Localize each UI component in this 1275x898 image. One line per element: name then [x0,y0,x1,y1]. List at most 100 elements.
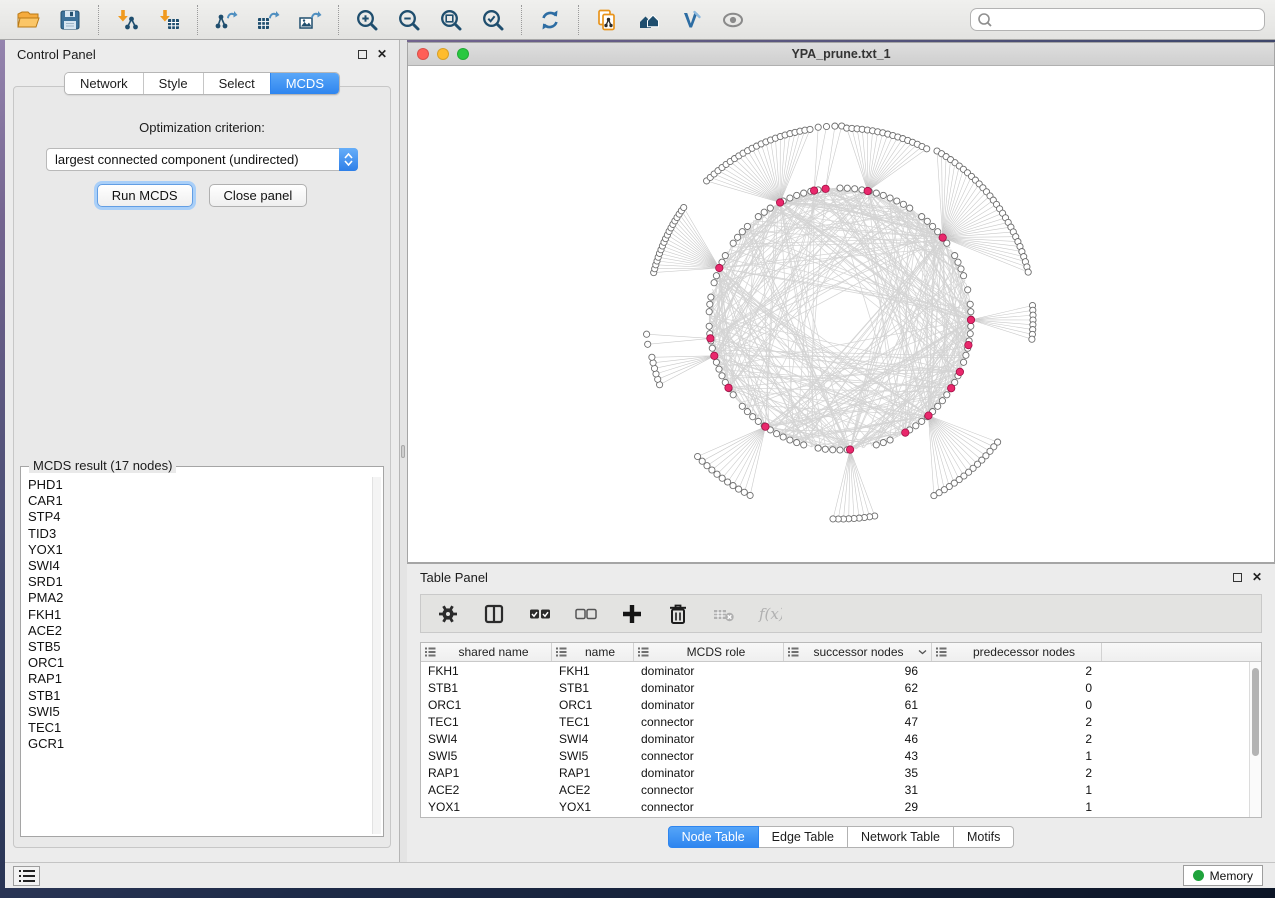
mcds-result-item[interactable]: GCR1 [23,736,370,752]
criterion-select[interactable]: largest connected component (undirected) [46,148,358,171]
mcds-result-item[interactable]: YOX1 [23,542,370,558]
mcds-result-item[interactable]: STP4 [23,509,370,525]
memory-button[interactable]: Memory [1183,865,1263,886]
mcds-result-item[interactable]: CAR1 [23,493,370,509]
table-row-ORC1[interactable]: ORC1ORC1dominator610 [421,696,1261,713]
gear-icon [436,602,460,626]
check-all-button[interactable] [527,601,553,627]
table-scrollbar[interactable] [1249,662,1261,817]
attribute-icon [936,647,947,657]
search-box[interactable] [970,8,1265,31]
save-session-button[interactable] [57,7,83,33]
network-canvas[interactable] [408,66,1274,562]
splitter-grip-icon[interactable] [401,445,405,458]
mcds-result-item[interactable]: RAP1 [23,671,370,687]
sort-descending-icon [918,649,927,655]
cell-successor-nodes: 62 [784,681,932,695]
tab-edge-table[interactable]: Edge Table [759,826,848,848]
table-row-SWI5[interactable]: SWI5SWI5connector431 [421,747,1261,764]
mcds-result-item[interactable]: ACE2 [23,623,370,639]
tab-motifs[interactable]: Motifs [954,826,1014,848]
tab-select[interactable]: Select [203,73,270,94]
export-table-button[interactable] [255,7,281,33]
cell-MCDS-role: connector [634,749,784,763]
close-panel-icon[interactable]: ✕ [377,48,387,60]
mcds-result-item[interactable]: TID3 [23,526,370,542]
mcds-result-item[interactable]: PMA2 [23,590,370,606]
run-mcds-button[interactable]: Run MCDS [97,184,193,207]
export-network-icon [214,8,238,32]
home-button[interactable] [636,7,662,33]
float-table-panel-icon[interactable] [1233,573,1242,582]
mcds-result-item[interactable]: SRD1 [23,574,370,590]
cell-predecessor-nodes: 0 [932,698,1102,712]
zoom-out-button[interactable] [396,7,422,33]
search-input[interactable] [996,13,1258,27]
mcds-result-item[interactable]: FKH1 [23,607,370,623]
zoom-fit-button[interactable] [438,7,464,33]
mcds-list-scrollbar[interactable] [372,477,381,834]
panel-splitter[interactable] [400,40,407,862]
table-panel: Table Panel ✕ f(x) shared namenameMCDS r… [407,563,1275,862]
mcds-result-item[interactable]: TEC1 [23,720,370,736]
mcds-result-item[interactable]: SWI5 [23,704,370,720]
import-table-button[interactable] [156,7,182,33]
tab-style[interactable]: Style [143,73,203,94]
tab-node-table[interactable]: Node Table [668,826,759,848]
mcds-result-item[interactable]: STB5 [23,639,370,655]
network-graph[interactable] [408,66,1274,562]
cell-name: TEC1 [552,715,634,729]
vizmapper-button[interactable] [678,7,704,33]
tab-network[interactable]: Network [65,73,143,94]
refresh-button[interactable] [537,7,563,33]
share-network-button[interactable] [594,7,620,33]
add-button[interactable] [619,601,645,627]
zoom-in-button[interactable] [354,7,380,33]
table-scrollbar-thumb[interactable] [1252,668,1259,756]
column-header-shared-name[interactable]: shared name [421,643,552,661]
export-image-icon [298,8,322,32]
tab-network-table[interactable]: Network Table [848,826,954,848]
table-row-RAP1[interactable]: RAP1RAP1dominator352 [421,764,1261,781]
table-row-PHD1[interactable]: PHD1PHD1dominator180 [421,815,1261,818]
table-row-SWI4[interactable]: SWI4SWI4dominator462 [421,730,1261,747]
network-satellite-nodes[interactable] [644,123,1037,522]
trash-button[interactable] [665,601,691,627]
gear-button[interactable] [435,601,461,627]
mcds-result-item[interactable]: SWI4 [23,558,370,574]
mcds-result-item[interactable]: STB1 [23,688,370,704]
show-hide-button[interactable] [720,7,746,33]
import-network-button[interactable] [114,7,140,33]
table-row-ACE2[interactable]: ACE2ACE2connector311 [421,781,1261,798]
column-header-MCDS-role[interactable]: MCDS role [634,643,784,661]
zoom-selected-button[interactable] [480,7,506,33]
uncheck-all-button[interactable] [573,601,599,627]
column-header-name[interactable]: name [552,643,634,661]
task-history-button[interactable] [13,866,40,886]
table-row-YOX1[interactable]: YOX1YOX1connector291 [421,798,1261,815]
mcds-result-item[interactable]: PHD1 [23,477,370,493]
mcds-result-list: PHD1CAR1STP4TID3YOX1SWI4SRD1PMA2FKH1ACE2… [23,477,370,834]
tab-mcds[interactable]: MCDS [270,73,339,94]
table-row-TEC1[interactable]: TEC1TEC1connector472 [421,713,1261,730]
cell-predecessor-nodes: 2 [932,664,1102,678]
cell-name: SWI5 [552,749,634,763]
open-file-button[interactable] [15,7,41,33]
cell-predecessor-nodes: 1 [932,783,1102,797]
float-panel-icon[interactable] [358,50,367,59]
table-row-FKH1[interactable]: FKH1FKH1dominator962 [421,662,1261,679]
column-header-label: name [571,645,629,659]
columns-button[interactable] [481,601,507,627]
column-header-successor-nodes[interactable]: successor nodes [784,643,932,661]
export-network-button[interactable] [213,7,239,33]
open-file-icon [16,8,40,32]
export-image-button[interactable] [297,7,323,33]
network-window-titlebar[interactable]: YPA_prune.txt_1 [408,43,1274,66]
mcds-result-item[interactable]: ORC1 [23,655,370,671]
close-panel-button[interactable]: Close panel [209,184,308,207]
column-header-predecessor-nodes[interactable]: predecessor nodes [932,643,1102,661]
table-row-STB1[interactable]: STB1STB1dominator620 [421,679,1261,696]
cell-predecessor-nodes: 0 [932,681,1102,695]
close-table-panel-icon[interactable]: ✕ [1252,571,1262,583]
fx-button: f(x) [757,601,783,627]
